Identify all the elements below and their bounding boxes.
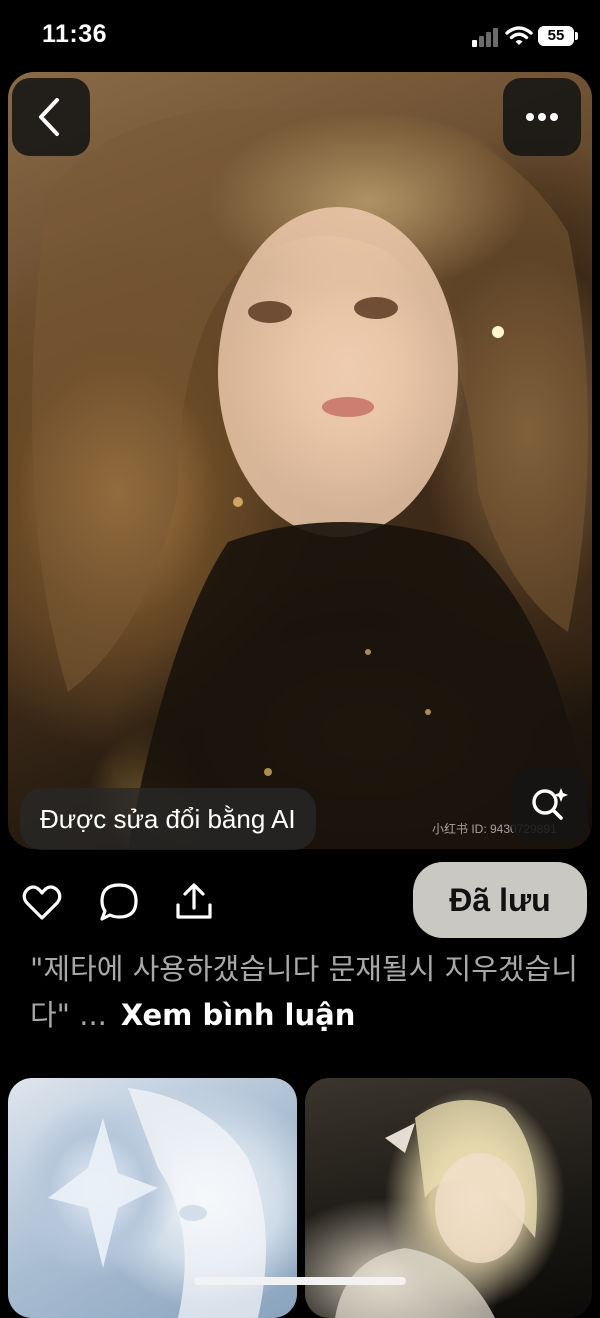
visual-search-sparkle-icon <box>532 788 568 820</box>
back-button[interactable] <box>12 78 90 156</box>
wifi-icon <box>505 26 533 45</box>
pin-description: "제타에 사용하갰습니다 문재될시 지우겠습니다" ... Xem bình lu… <box>30 946 590 1038</box>
visual-search-button[interactable] <box>511 766 587 842</box>
comment-icon[interactable] <box>97 880 141 924</box>
battery-cap <box>575 32 578 40</box>
heart-icon[interactable] <box>20 880 64 924</box>
more-horizontal-icon <box>526 113 558 121</box>
view-comments-link[interactable]: Xem bình luận <box>121 998 355 1032</box>
chevron-left-icon <box>39 98 59 136</box>
saved-button[interactable]: Đã lưu <box>413 862 587 938</box>
battery-icon: 55 <box>538 26 574 46</box>
status-time: 11:36 <box>42 20 108 48</box>
ai-modified-badge[interactable]: Được sửa đổi bằng AI <box>20 788 316 850</box>
share-icon[interactable] <box>172 880 216 924</box>
pin-artwork <box>32 108 592 849</box>
more-options-button[interactable] <box>503 78 581 156</box>
status-bar: 11:36 55 <box>0 0 600 70</box>
cellular-signal-icon <box>472 27 500 47</box>
pin-image[interactable]: 小红书 ID: 9430729891 <box>8 72 592 849</box>
home-indicator[interactable] <box>194 1277 406 1285</box>
